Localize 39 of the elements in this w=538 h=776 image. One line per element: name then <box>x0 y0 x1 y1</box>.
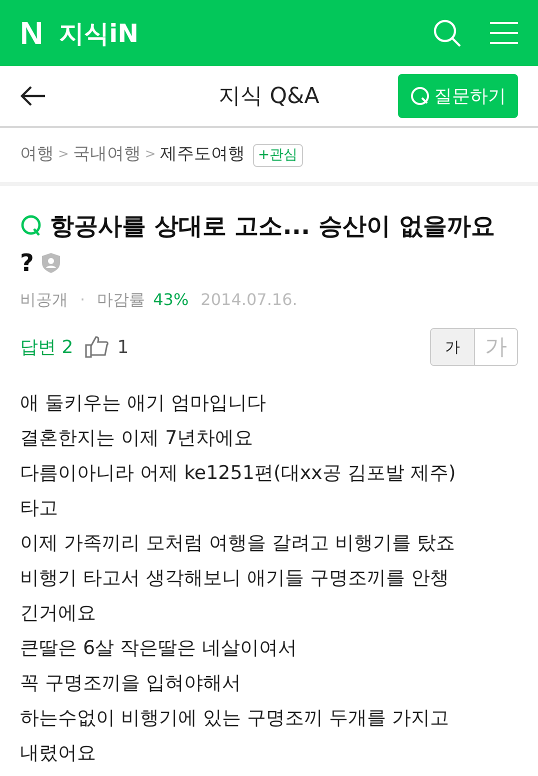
back-arrow-icon[interactable] <box>20 85 46 107</box>
body-text-line: 긴거에요 <box>20 601 97 626</box>
breadcrumb-separator: > <box>144 146 156 164</box>
body-text-line: 타고 <box>20 496 59 521</box>
ask-question-button[interactable]: 질문하기 <box>398 74 518 118</box>
font-size-button[interactable]: 가 <box>431 329 474 365</box>
question-title: 항공사를 상대로 고소... 승산이 없을까요 <box>50 211 495 242</box>
thumbs-up-icon[interactable] <box>85 336 110 358</box>
body-text-line: 이제 가족끼리 모처럼 여행을 갈려고 비행기를 탔죠 <box>20 531 456 556</box>
q-icon <box>410 86 430 106</box>
body-text-line: 비행기 타고서 생각해보니 애기들 구명조끼를 안챙 <box>20 566 450 591</box>
service-title: 지식iN <box>59 20 139 46</box>
page-title: 지식 Q&A <box>218 82 320 110</box>
close-rate-label: 마감률 <box>97 289 146 311</box>
breadcrumb-link[interactable]: 여행 <box>20 142 54 168</box>
search-icon[interactable] <box>432 18 462 48</box>
naver-logo[interactable]: N <box>20 17 44 49</box>
body-text-line: 하는수없이 비행기에 있는 구명조끼 두개를 가지고 <box>20 706 450 731</box>
body-text-line: 내렸어요 <box>20 741 97 766</box>
like-count: 1 <box>117 336 129 360</box>
separator-dot: · <box>80 289 86 311</box>
body-text-line: 결혼한지는 이제 7년차에요 <box>20 426 254 451</box>
author-name: 비공개 <box>20 289 68 311</box>
breadcrumb-link[interactable]: 제주도여행 <box>160 142 245 168</box>
answer-count[interactable]: 답변 2 <box>20 334 74 360</box>
body-text-line: 큰딸은 6살 작은딸은 네살이여서 <box>20 636 298 661</box>
question-icon <box>20 214 42 238</box>
breadcrumb-link[interactable]: 국내여행 <box>72 142 141 168</box>
follow-button[interactable]: +관심 <box>252 144 303 166</box>
body-text-line: 다름이아니라 어제 ke1251편(대xx공 김포발 제주) <box>20 461 457 486</box>
breadcrumb-separator: > <box>58 146 69 164</box>
private-profile-icon <box>42 253 60 273</box>
close-rate: 43% <box>153 289 189 311</box>
question-title-end: ? <box>20 248 34 279</box>
menu-icon[interactable] <box>490 21 518 45</box>
body-text-line: 애 둘키우는 애기 엄마입니다 <box>20 391 268 416</box>
question-date: 2014.07.16. <box>200 289 298 311</box>
font-size-button[interactable]: 가 <box>474 329 517 365</box>
body-text-line: 꼭 구명조끼을 입혀야해서 <box>20 671 242 696</box>
